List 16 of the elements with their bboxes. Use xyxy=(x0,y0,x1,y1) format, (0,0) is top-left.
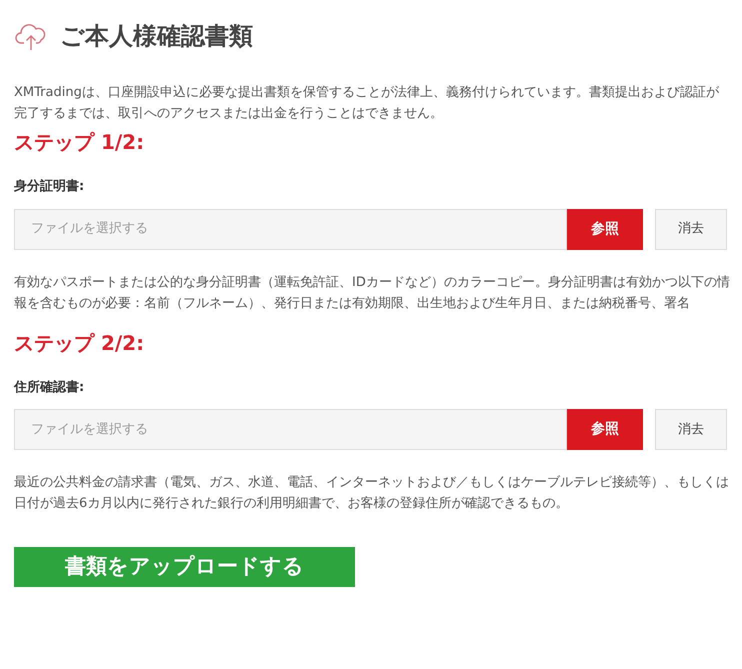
page-title: ご本人様確認書類 xyxy=(60,21,253,52)
file-input-field[interactable]: ファイルを選択する xyxy=(14,208,567,250)
browse-button[interactable]: 参照 xyxy=(567,409,643,450)
field-label: 身分証明書: xyxy=(14,178,86,196)
file-input-field[interactable]: ファイルを選択する xyxy=(14,409,567,450)
description-text: 最近の公共料金の請求書（電気、ガス、水道、電話、インターネットおよび／もしくはケーブルテレビ接続等）、もしくは日付が過去6カ月以内に発行された銀行の利用明細書で、お客様の登録住所が確認できるもの。 xyxy=(14,474,730,513)
upload-button[interactable]: 書類をアップロードする xyxy=(14,547,355,587)
clear-button[interactable]: 消去 xyxy=(655,409,727,450)
browse-button[interactable]: 参照 xyxy=(567,208,643,250)
cloud-upload-icon xyxy=(14,21,48,51)
clear-button[interactable]: 消去 xyxy=(655,208,727,250)
intro-text: XMTradingは、口座開設申込に必要な提出書類を保管することが法律上、義務付けられています。書類提出および認証が完了するまでは、取引へのアクセスまたは出金を行うことはできません。 xyxy=(14,84,720,123)
step-heading: ステップ 2/2: xyxy=(14,330,146,356)
field-label: 住所確認書: xyxy=(14,378,86,396)
step-heading: ステップ 1/2: xyxy=(14,129,146,156)
description-text: 有効なパスポートまたは公的な身分証明書（運転免許証、IDカードなど）のカラーコピー。身分証明書は有効かつ以下の情報を含むものが必要：名前（フルネーム）、発行日または有効期限、出生地および生年月日、または納税番号、署名 xyxy=(14,274,730,312)
